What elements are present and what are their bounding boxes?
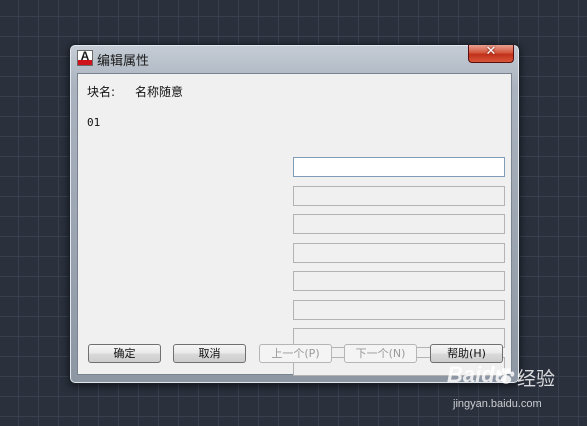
empty-attribute-field [293,271,505,291]
empty-attribute-field [293,214,505,234]
title-bar[interactable]: A 编辑属性 ✕ [70,44,519,72]
watermark-product: 经验 [517,368,556,390]
dialog-title: 编辑属性 [97,54,150,69]
cancel-button[interactable]: 取消 [173,344,246,363]
help-button[interactable]: 帮助(H) [430,344,503,363]
autocad-a-icon: A [77,50,93,66]
next-button[interactable]: 下一个(N) [344,344,417,363]
empty-attribute-field [293,186,505,206]
edit-attributes-dialog: A 编辑属性 ✕ 块名: 名称随意 01 [69,44,520,384]
watermark-url: jingyan.baidu.com [453,398,542,410]
baidu-paw-icon [498,367,515,384]
block-name-value: 名称随意 [135,85,184,99]
block-name-label: 块名: [87,85,116,99]
attribute-value-input[interactable] [293,157,505,177]
empty-attribute-field [293,243,505,263]
ok-button[interactable]: 确定 [88,344,161,363]
attribute-tag-label: 01 [87,116,101,129]
close-button[interactable]: ✕ [468,44,514,63]
empty-attribute-field [293,300,505,320]
dialog-body: 块名: 名称随意 01 [77,73,512,376]
previous-button[interactable]: 上一个(P) [259,344,332,363]
baidu-jingyan-watermark: Baidu 经验 jingyan.baidu.com [447,362,582,420]
close-icon: ✕ [485,44,497,59]
